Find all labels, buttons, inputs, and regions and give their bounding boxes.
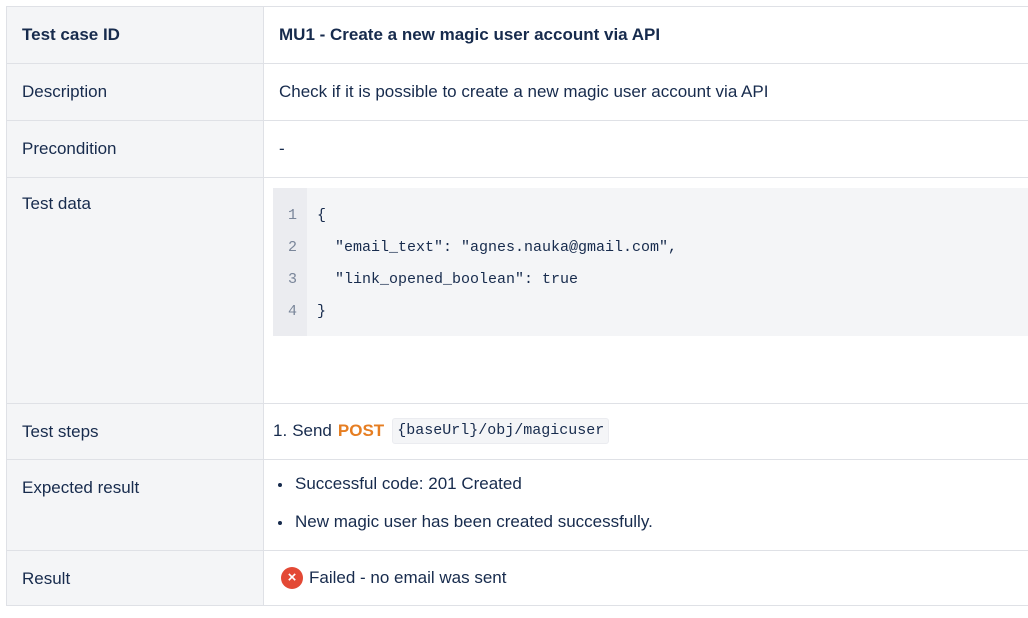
line-number: 1 [287, 207, 297, 224]
row-precondition: Precondition - [6, 120, 1028, 178]
value-cell: × Failed - no email was sent [263, 550, 1028, 606]
row-test-case-id: Test case ID MU1 - Create a new magic us… [6, 6, 1028, 64]
label-cell: Test data [6, 177, 264, 404]
test-data-label: Test data [22, 194, 91, 213]
code-line: "link_opened_boolean": true [317, 271, 579, 288]
description-label: Description [22, 82, 108, 101]
value-cell: 1 2 3 4 { "email_text": "agnes.nauka@gma… [263, 177, 1028, 404]
code-line: { [317, 207, 327, 224]
step-verb: Send [292, 421, 332, 440]
http-method: POST [337, 421, 385, 440]
expected-result-list: Successful code: 201 Created New magic u… [279, 474, 1028, 532]
test-steps-label: Test steps [22, 422, 99, 441]
test-case-id-label: Test case ID [22, 25, 120, 44]
precondition-text: - [279, 139, 285, 158]
list-item: New magic user has been created successf… [293, 512, 1028, 532]
result-label: Result [22, 569, 71, 588]
row-test-steps: Test steps 1. Send POST {baseUrl}/obj/ma… [6, 403, 1028, 460]
line-number: 2 [287, 239, 297, 256]
result-status: × Failed - no email was sent [279, 551, 1028, 589]
code-content: { "email_text": "agnes.nauka@gmail.com",… [307, 200, 677, 336]
row-result: Result × Failed - no email was sent [6, 550, 1028, 606]
value-cell: Check if it is possible to create a new … [263, 63, 1028, 121]
value-cell: - [263, 120, 1028, 178]
code-block[interactable]: 1 2 3 4 { "email_text": "agnes.nauka@gma… [273, 188, 1028, 336]
row-test-data: Test data 1 2 3 4 { "email_text": "agnes… [6, 177, 1028, 404]
error-icon: × [281, 567, 303, 589]
label-cell: Result [6, 550, 264, 606]
row-expected-result: Expected result Successful code: 201 Cre… [6, 459, 1028, 551]
label-cell: Description [6, 63, 264, 121]
value-cell: MU1 - Create a new magic user account vi… [263, 6, 1028, 64]
value-cell: 1. Send POST {baseUrl}/obj/magicuser [263, 403, 1028, 460]
line-number-gutter: 1 2 3 4 [273, 188, 307, 336]
code-line: } [317, 303, 327, 320]
label-cell: Precondition [6, 120, 264, 178]
label-cell: Test case ID [6, 6, 264, 64]
precondition-label: Precondition [22, 139, 117, 158]
step-number: 1. [273, 421, 288, 440]
test-case-table: Test case ID MU1 - Create a new magic us… [6, 6, 1028, 606]
test-case-title: MU1 - Create a new magic user account vi… [279, 25, 661, 44]
result-text: Failed - no email was sent [309, 568, 507, 587]
line-number: 3 [287, 271, 297, 288]
code-line: "email_text": "agnes.nauka@gmail.com", [317, 239, 678, 256]
expected-result-label: Expected result [22, 478, 140, 497]
line-number: 4 [287, 303, 297, 320]
test-step-item: 1. Send POST {baseUrl}/obj/magicuser [273, 404, 1028, 444]
label-cell: Test steps [6, 403, 264, 460]
value-cell: Successful code: 201 Created New magic u… [263, 459, 1028, 551]
label-cell: Expected result [6, 459, 264, 551]
endpoint-code: {baseUrl}/obj/magicuser [392, 418, 610, 444]
row-description: Description Check if it is possible to c… [6, 63, 1028, 121]
list-item: Successful code: 201 Created [293, 474, 1028, 494]
description-text: Check if it is possible to create a new … [279, 82, 769, 101]
